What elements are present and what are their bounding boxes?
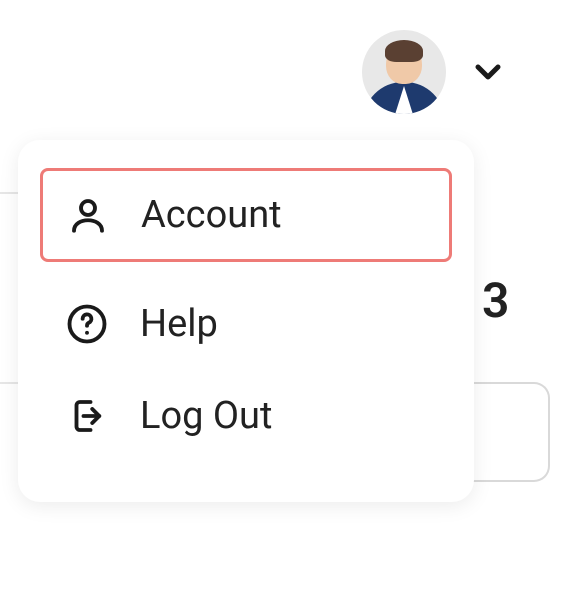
background-number: 3 bbox=[482, 272, 509, 329]
menu-item-label: Account bbox=[141, 193, 282, 237]
logout-icon bbox=[66, 395, 108, 437]
menu-item-label: Log Out bbox=[140, 394, 272, 438]
header-user-area bbox=[0, 0, 562, 114]
avatar[interactable] bbox=[362, 30, 446, 114]
help-icon bbox=[66, 303, 108, 345]
background-input-fragment bbox=[470, 382, 550, 482]
chevron-down-icon[interactable] bbox=[464, 48, 512, 96]
user-icon bbox=[67, 194, 109, 236]
menu-item-account[interactable]: Account bbox=[40, 168, 452, 262]
menu-item-logout[interactable]: Log Out bbox=[40, 370, 452, 462]
menu-item-help[interactable]: Help bbox=[40, 278, 452, 370]
background-divider bbox=[0, 192, 20, 194]
user-dropdown-menu: Account Help Log Out bbox=[18, 140, 474, 502]
menu-item-label: Help bbox=[140, 302, 218, 346]
background-divider bbox=[0, 382, 20, 384]
